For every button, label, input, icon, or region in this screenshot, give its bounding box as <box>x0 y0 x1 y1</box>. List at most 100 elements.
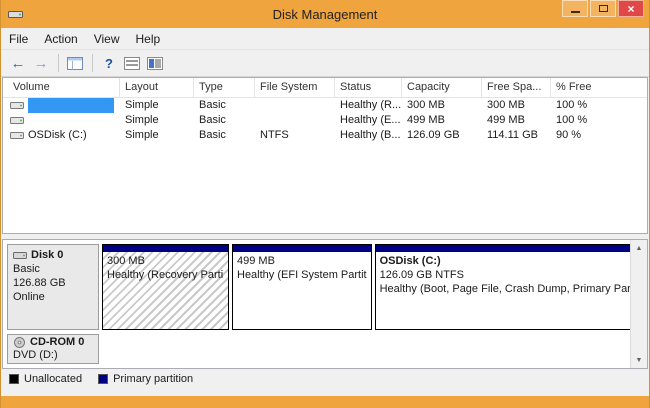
scroll-up-icon[interactable]: ▲ <box>631 240 647 256</box>
legend-primary-label: Primary partition <box>113 373 193 385</box>
window-title: Disk Management <box>1 7 649 22</box>
volume-row-recovery[interactable]: Simple Basic Healthy (R... 300 MB 300 MB… <box>3 98 647 113</box>
file-system-cell: NTFS <box>255 128 335 143</box>
type-cell: Basic <box>194 98 255 113</box>
disk0-status: Online <box>13 290 93 304</box>
help-icon: ? <box>105 56 113 71</box>
minimize-button[interactable] <box>562 0 588 17</box>
forward-button[interactable]: → <box>30 53 52 74</box>
status-cell: Healthy (R... <box>335 98 402 113</box>
volume-name-cell <box>3 113 120 128</box>
maximize-button[interactable] <box>590 0 616 17</box>
capacity-cell: 126.09 GB <box>402 128 482 143</box>
capacity-cell: 300 MB <box>402 98 482 113</box>
layout-cell: Simple <box>120 128 194 143</box>
capacity-cell: 499 MB <box>402 113 482 128</box>
cd-icon <box>13 337 26 348</box>
menu-view[interactable]: View <box>86 30 128 48</box>
disk-management-app-icon <box>8 8 23 21</box>
volume-row-osdisk[interactable]: OSDisk (C:) Simple Basic NTFS Healthy (B… <box>3 128 647 143</box>
partition-osdisk[interactable]: OSDisk (C:) 126.09 GB NTFS Healthy (Boot… <box>375 244 642 330</box>
disk-list-view-button[interactable] <box>121 53 143 74</box>
toolbar: ← → ? <box>1 50 649 77</box>
file-system-cell <box>255 98 335 113</box>
status-cell: Healthy (B... <box>335 128 402 143</box>
console-tree-icon <box>67 57 83 70</box>
vertical-scrollbar[interactable]: ▲ ▼ <box>630 240 647 368</box>
back-icon: ← <box>11 56 26 71</box>
partition-size: 499 MB <box>237 254 367 268</box>
cdrom-media: DVD (D:) <box>13 349 93 362</box>
toolbar-separator <box>92 54 93 72</box>
console-tree-button[interactable] <box>64 53 86 74</box>
partition-size: 300 MB <box>107 254 224 268</box>
partition-status: Healthy (EFI System Partit <box>237 268 367 282</box>
layout-cell: Simple <box>120 113 194 128</box>
column-header-free-space[interactable]: Free Spa... <box>482 78 551 97</box>
menu-file[interactable]: File <box>1 30 36 48</box>
legend-unallocated: Unallocated <box>9 373 82 385</box>
disk0-label[interactable]: Disk 0 Basic 126.88 GB Online <box>7 244 99 330</box>
disk-list-view-icon <box>124 57 140 70</box>
partition-efi[interactable]: 499 MB Healthy (EFI System Partit <box>232 244 372 330</box>
primary-partition-stripe <box>233 245 371 252</box>
volume-row-efi[interactable]: Simple Basic Healthy (E... 499 MB 499 MB… <box>3 113 647 128</box>
legend-primary-partition: Primary partition <box>98 373 193 385</box>
statusbar-filler <box>1 389 649 396</box>
column-header-type[interactable]: Type <box>194 78 255 97</box>
column-header-volume[interactable]: Volume <box>3 78 120 97</box>
help-button[interactable]: ? <box>98 53 120 74</box>
selected-volume-highlight <box>28 98 114 113</box>
volume-table-header: Volume Layout Type File System Status Ca… <box>3 78 647 98</box>
percent-free-cell: 100 % <box>551 98 647 113</box>
menu-action[interactable]: Action <box>36 30 85 48</box>
disk0-partitions: 300 MB Healthy (Recovery Parti 499 MB He… <box>102 244 641 330</box>
partition-status: Healthy (Boot, Page File, Crash Dump, Pr… <box>380 282 637 296</box>
primary-partition-swatch <box>98 374 108 384</box>
graphical-view-icon <box>147 57 163 70</box>
status-cell: Healthy (E... <box>335 113 402 128</box>
graphical-view-pane: Disk 0 Basic 126.88 GB Online 300 MB Hea… <box>2 239 648 369</box>
drive-icon <box>10 115 24 126</box>
type-cell: Basic <box>194 128 255 143</box>
partition-status: Healthy (Recovery Parti <box>107 268 224 282</box>
disk0-row: Disk 0 Basic 126.88 GB Online 300 MB Hea… <box>7 244 626 330</box>
volume-list-pane: Volume Layout Type File System Status Ca… <box>2 77 648 234</box>
free-space-cell: 300 MB <box>482 98 551 113</box>
scroll-down-icon[interactable]: ▼ <box>631 352 647 368</box>
column-header-percent-free[interactable]: % Free <box>551 78 647 97</box>
legend-unallocated-label: Unallocated <box>24 373 82 385</box>
legend: Unallocated Primary partition <box>1 369 649 389</box>
graphical-view-button[interactable] <box>144 53 166 74</box>
partition-recovery[interactable]: 300 MB Healthy (Recovery Parti <box>102 244 229 330</box>
free-space-cell: 499 MB <box>482 113 551 128</box>
disk-management-window: Disk Management × File Action View Help … <box>0 0 650 408</box>
primary-partition-stripe <box>376 245 641 252</box>
unallocated-swatch <box>9 374 19 384</box>
menubar: File Action View Help <box>1 28 649 50</box>
type-cell: Basic <box>194 113 255 128</box>
minimize-icon <box>571 11 580 13</box>
partition-name: OSDisk (C:) <box>380 254 637 268</box>
column-header-capacity[interactable]: Capacity <box>402 78 482 97</box>
column-header-status[interactable]: Status <box>335 78 402 97</box>
cdrom-label[interactable]: CD-ROM 0 DVD (D:) <box>7 334 99 364</box>
titlebar[interactable]: Disk Management × <box>1 0 649 28</box>
drive-icon <box>10 130 24 141</box>
disk-icon <box>13 250 27 261</box>
back-button[interactable]: ← <box>7 53 29 74</box>
column-header-layout[interactable]: Layout <box>120 78 194 97</box>
primary-partition-stripe <box>103 245 228 252</box>
volume-name: OSDisk (C:) <box>28 128 87 143</box>
close-button[interactable]: × <box>618 0 644 17</box>
disk0-type: Basic <box>13 262 93 276</box>
menu-help[interactable]: Help <box>128 30 169 48</box>
disk0-name: Disk 0 <box>31 248 63 262</box>
drive-icon <box>10 100 24 111</box>
cdrom-row: CD-ROM 0 DVD (D:) <box>7 334 626 364</box>
maximize-icon <box>599 5 608 12</box>
column-header-file-system[interactable]: File System <box>255 78 335 97</box>
volume-name-cell <box>3 98 120 113</box>
toolbar-separator <box>58 54 59 72</box>
layout-cell: Simple <box>120 98 194 113</box>
